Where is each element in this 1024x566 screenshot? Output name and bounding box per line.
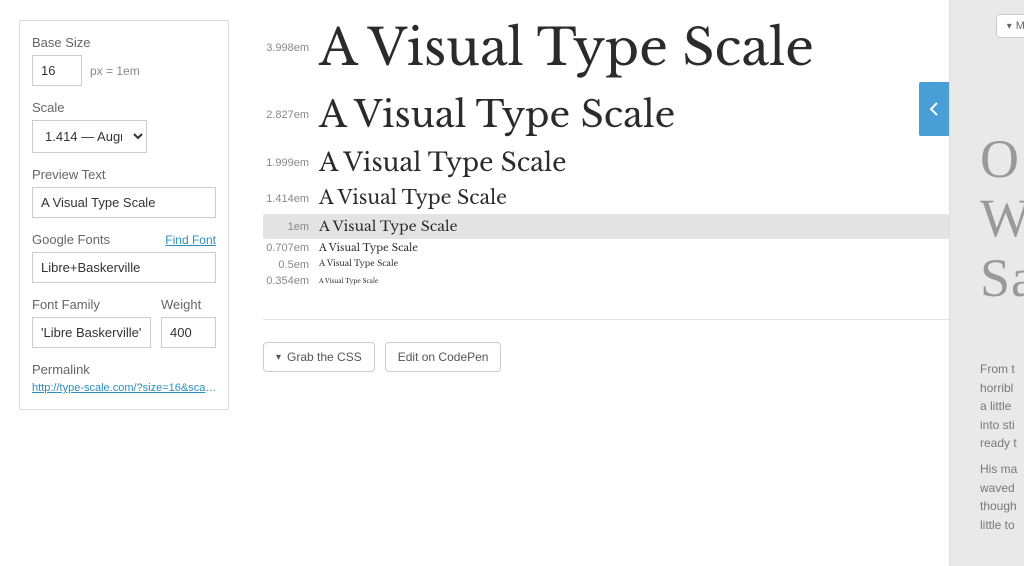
demo-paragraph-2: His ma waved though little to: [980, 460, 1017, 534]
sample-text: A Visual Type Scale: [319, 89, 675, 141]
grab-css-label: Grab the CSS: [287, 350, 362, 364]
scale-label: Scale: [32, 100, 216, 115]
family-weight-field: Font Family Weight: [32, 297, 216, 348]
permalink-label: Permalink: [32, 362, 216, 377]
demo-heading: O W Sa: [980, 130, 1024, 308]
scale-field: Scale 1.414 — Augm: [32, 100, 216, 153]
em-label: 0.707em: [263, 242, 319, 254]
more-label: Mo: [1016, 20, 1024, 32]
scale-row-4-active: 1em A Visual Type Scale: [263, 214, 949, 238]
scale-row-3: 1.414em A Visual Type Scale: [263, 183, 949, 215]
find-font-link[interactable]: Find Font: [165, 233, 216, 247]
sample-text: A Visual Type Scale: [319, 277, 378, 286]
permalink-field: Permalink http://type-scale.com/?size=16…: [32, 362, 216, 397]
google-fonts-label: Google Fonts: [32, 232, 110, 247]
google-fonts-field: Google Fonts Find Font: [32, 232, 216, 283]
preview-text-label: Preview Text: [32, 167, 216, 182]
weight-label: Weight: [161, 297, 216, 312]
weight-col: Weight: [161, 297, 216, 348]
grab-css-button[interactable]: ▾ Grab the CSS: [263, 342, 375, 372]
scale-row-2: 1.999em A Visual Type Scale: [263, 143, 949, 183]
sample-text: A Visual Type Scale: [319, 12, 814, 85]
sample-text: A Visual Type Scale: [319, 216, 458, 236]
demo-heading-3: Sa: [980, 248, 1024, 308]
scale-row-7: 0.354em A Visual Type Scale: [263, 273, 949, 289]
demo-heading-1: O: [980, 129, 1020, 189]
google-fonts-label-row: Google Fonts Find Font: [32, 232, 216, 247]
demo-paragraph-1: From t horribl a little into sti ready t: [980, 360, 1017, 453]
divider: [263, 319, 949, 320]
more-button[interactable]: ▾ Mo: [996, 14, 1024, 38]
chevron-down-icon: ▾: [276, 352, 281, 363]
permalink-link[interactable]: http://type-scale.com/?size=16&scale=1.4…: [32, 382, 218, 394]
em-label: 0.354em: [263, 275, 319, 287]
right-demo-panel: ▾ Mo O W Sa From t horribl a little into…: [949, 0, 1024, 566]
codepen-button[interactable]: Edit on CodePen: [385, 342, 502, 372]
base-size-row: px = 1em: [32, 55, 216, 86]
font-family-col: Font Family: [32, 297, 151, 348]
base-size-label: Base Size: [32, 35, 216, 50]
preview-pane: 3.998em A Visual Type Scale 2.827em A Vi…: [263, 0, 949, 566]
collapse-tab-button[interactable]: [919, 82, 949, 136]
em-label: 2.827em: [263, 109, 319, 121]
chevron-left-icon: [929, 102, 939, 116]
chevron-down-icon: ▾: [1007, 21, 1012, 32]
sample-text: A Visual Type Scale: [319, 145, 566, 181]
scale-row-5: 0.707em A Visual Type Scale: [263, 239, 949, 258]
weight-input[interactable]: [161, 317, 216, 348]
demo-heading-2: W: [980, 188, 1024, 248]
font-family-label: Font Family: [32, 297, 151, 312]
sample-text: A Visual Type Scale: [319, 185, 507, 213]
settings-sidebar: Base Size px = 1em Scale 1.414 — Augm Pr…: [19, 20, 229, 410]
em-label: 1.999em: [263, 157, 319, 169]
preview-text-input[interactable]: [32, 187, 216, 218]
scale-row-0: 3.998em A Visual Type Scale: [263, 10, 949, 87]
em-label: 1em: [263, 221, 319, 233]
sample-text: A Visual Type Scale: [319, 259, 398, 271]
scale-row-6: 0.5em A Visual Type Scale: [263, 257, 949, 273]
preview-text-field: Preview Text: [32, 167, 216, 218]
em-label: 1.414em: [263, 193, 319, 205]
google-fonts-input[interactable]: [32, 252, 216, 283]
scale-row-1: 2.827em A Visual Type Scale: [263, 87, 949, 143]
codepen-label: Edit on CodePen: [398, 350, 489, 364]
em-label: 3.998em: [263, 42, 319, 54]
action-button-row: ▾ Grab the CSS Edit on CodePen: [263, 342, 949, 372]
base-size-input[interactable]: [32, 55, 82, 86]
em-label: 0.5em: [263, 259, 319, 271]
scale-select[interactable]: 1.414 — Augm: [32, 120, 147, 153]
base-size-suffix: px = 1em: [90, 64, 140, 78]
base-size-field: Base Size px = 1em: [32, 35, 216, 86]
sample-text: A Visual Type Scale: [319, 241, 418, 256]
font-family-input[interactable]: [32, 317, 151, 348]
